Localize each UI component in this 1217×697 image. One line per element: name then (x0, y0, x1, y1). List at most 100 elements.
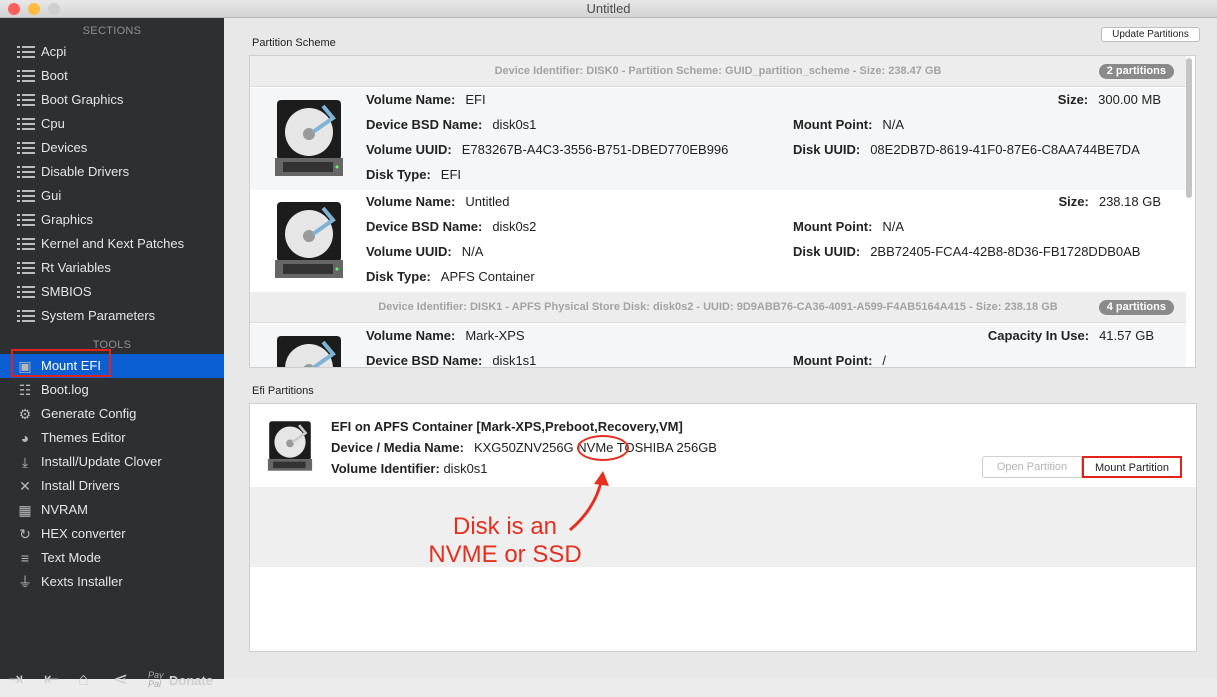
volume_name-value: Untitled (465, 194, 510, 209)
size-label: Size: (1058, 194, 1089, 209)
sidebar-item-label: Boot (41, 68, 68, 83)
volume_name-label: Volume Name: (366, 328, 456, 343)
list-icon (17, 261, 35, 275)
partition-count-badge: 2 partitions (1098, 64, 1174, 79)
size-value: 238.18 GB (1098, 194, 1161, 209)
sidebar-item-install-drivers[interactable]: ✕ Install Drivers (0, 474, 224, 498)
sidebar-item-label: Graphics (41, 212, 94, 227)
download-icon: ⤓ (21, 454, 29, 470)
media-name-label: Device / Media Name: (331, 440, 464, 455)
disk_type-label: Disk Type: (366, 269, 431, 284)
sidebar-item-boot-log[interactable]: ☷ Boot.log (0, 378, 224, 402)
mount_point-value: N/A (882, 117, 905, 132)
mount_point-label: Mount Point: (793, 117, 873, 132)
disk_type-value: APFS Container (440, 269, 535, 284)
zoom-button[interactable] (48, 3, 60, 15)
list-icon (17, 141, 35, 155)
highlight-box (11, 349, 111, 377)
annotation-line-2: NVME or SSD (428, 541, 582, 568)
capacity-value: 41.57 GB (1099, 328, 1154, 343)
volume_uuid-value: N/A (461, 244, 484, 259)
window-title: Untitled (586, 1, 631, 16)
capacity-label: Capacity In Use: (987, 328, 1090, 343)
device-header: Device Identifier: DISK0 - Partition Sch… (250, 56, 1186, 87)
bsd_name-label: Device BSD Name: (366, 219, 483, 234)
list-icon (17, 165, 35, 179)
partition-row[interactable]: Volume Name: Mark-XPS Device BSD Name: disk… (250, 324, 1186, 368)
disk_uuid-value: 2BB72405-FCA4-42B8-8D36-FB1728DDB0AB (870, 244, 1141, 259)
close-button[interactable] (8, 3, 20, 15)
tools-icon: ✕ (19, 478, 31, 494)
sidebar-item-label: Boot Graphics (41, 92, 124, 107)
sidebar-item-boot[interactable]: Boot (0, 64, 224, 88)
sidebar: SECTIONS Acpi Boot Boot Graphics Cpu Devices… (0, 18, 224, 689)
bsd_name-label: Device BSD Name: (366, 353, 483, 368)
bsd_name-value: disk1s1 (492, 353, 537, 368)
sidebar-item-text-mode[interactable]: ≡ Text Mode (0, 546, 224, 570)
export-icon[interactable]: ⇤ (44, 669, 59, 690)
list-icon (17, 285, 35, 299)
open-partition-button[interactable]: Open Partition (982, 456, 1082, 478)
sidebar-item-label: HEX converter (41, 526, 126, 541)
sidebar-item-gui[interactable]: Gui (0, 184, 224, 208)
share-icon[interactable]: ⋖ (113, 669, 128, 690)
sidebar-item-label: System Parameters (41, 308, 156, 323)
disk_uuid-label: Disk UUID: (793, 244, 861, 259)
efi-title: EFI on APFS Container [Mark-XPS,Preboot,… (331, 419, 683, 434)
minimize-button[interactable] (28, 3, 40, 15)
mount_point-value: N/A (882, 219, 905, 234)
sidebar-item-boot-graphics[interactable]: Boot Graphics (0, 88, 224, 112)
sidebar-item-kernel-and-kext-patches[interactable]: Kernel and Kext Patches (0, 232, 224, 256)
sidebar-item-kexts-installer[interactable]: ⏚ Kexts Installer (0, 570, 224, 594)
sidebar-item-install-update-clover[interactable]: ⤓ Install/Update Clover (0, 450, 224, 474)
scrollbar[interactable] (1186, 58, 1192, 198)
list-icon (17, 69, 35, 83)
volume_uuid-value: E783267B-A4C3-3556-B751-DBED770EB996 (461, 142, 729, 157)
sidebar-item-label: Text Mode (41, 550, 101, 565)
volume-identifier-value: disk0s1 (443, 461, 488, 476)
sidebar-item-label: Install/Update Clover (41, 454, 162, 469)
sidebar-item-generate-config[interactable]: ⚙ Generate Config (0, 402, 224, 426)
disk_type-label: Disk Type: (366, 167, 431, 182)
sidebar-item-devices[interactable]: Devices (0, 136, 224, 160)
list-icon (17, 237, 35, 251)
volume_name-label: Volume Name: (366, 92, 456, 107)
refresh-icon: ↻ (19, 526, 31, 542)
sidebar-item-disable-drivers[interactable]: Disable Drivers (0, 160, 224, 184)
partition-row[interactable]: Volume Name: EFI Device BSD Name: disk0s1 Vo… (250, 88, 1186, 190)
sidebar-item-smbios[interactable]: SMBIOS (0, 280, 224, 304)
bsd_name-value: disk0s1 (492, 117, 537, 132)
efi-partition-row[interactable]: EFI on APFS Container [Mark-XPS,Preboot,… (250, 404, 1196, 487)
paypal-icon: Pay Pal (148, 670, 164, 689)
annotation-line-1: Disk is an (452, 513, 558, 540)
main-content: Partition Scheme Update Partitions Devic… (224, 18, 1217, 679)
sidebar-item-label: Cpu (41, 116, 65, 131)
import-icon[interactable]: ⇥ (8, 669, 23, 690)
sidebar-item-graphics[interactable]: Graphics (0, 208, 224, 232)
palette-icon: ◕ (20, 430, 30, 446)
sidebar-item-nvram[interactable]: ▦ NVRAM (0, 498, 224, 522)
volume-identifier-label: Volume Identifier: (331, 461, 440, 476)
mount-partition-button[interactable]: Mount Partition (1082, 456, 1182, 478)
hard-disk-icon (275, 100, 343, 176)
disk_uuid-label: Disk UUID: (793, 142, 861, 157)
bottom-toolbar: ⇥ ⇤ ⌂ ⋖ Pay Pal Donate (0, 663, 224, 697)
sidebar-item-label: Boot.log (41, 382, 89, 397)
partition-row[interactable]: Volume Name: Untitled Device BSD Name: disk… (250, 190, 1186, 292)
sidebar-item-system-parameters[interactable]: System Parameters (0, 304, 224, 328)
annotation-text: Disk is an NVME or SSD (420, 513, 590, 569)
sidebar-item-themes-editor[interactable]: ◕ Themes Editor (0, 426, 224, 450)
home-icon[interactable]: ⌂ (78, 669, 89, 690)
hard-disk-icon (277, 336, 341, 367)
device-identifier: Device Identifier: DISK1 - APFS Physical… (378, 301, 1058, 313)
sidebar-item-cpu[interactable]: Cpu (0, 112, 224, 136)
sidebar-item-label: Acpi (41, 44, 67, 59)
sidebar-item-rt-variables[interactable]: Rt Variables (0, 256, 224, 280)
donate-button[interactable]: Donate (169, 673, 213, 688)
sidebar-item-hex-converter[interactable]: ↻ HEX converter (0, 522, 224, 546)
device-header: Device Identifier: DISK1 - APFS Physical… (250, 292, 1186, 323)
mount_point-value: / (882, 353, 887, 368)
volume_name-label: Volume Name: (366, 194, 456, 209)
update-partitions-button[interactable]: Update Partitions (1101, 27, 1200, 42)
sidebar-item-acpi[interactable]: Acpi (0, 40, 224, 64)
